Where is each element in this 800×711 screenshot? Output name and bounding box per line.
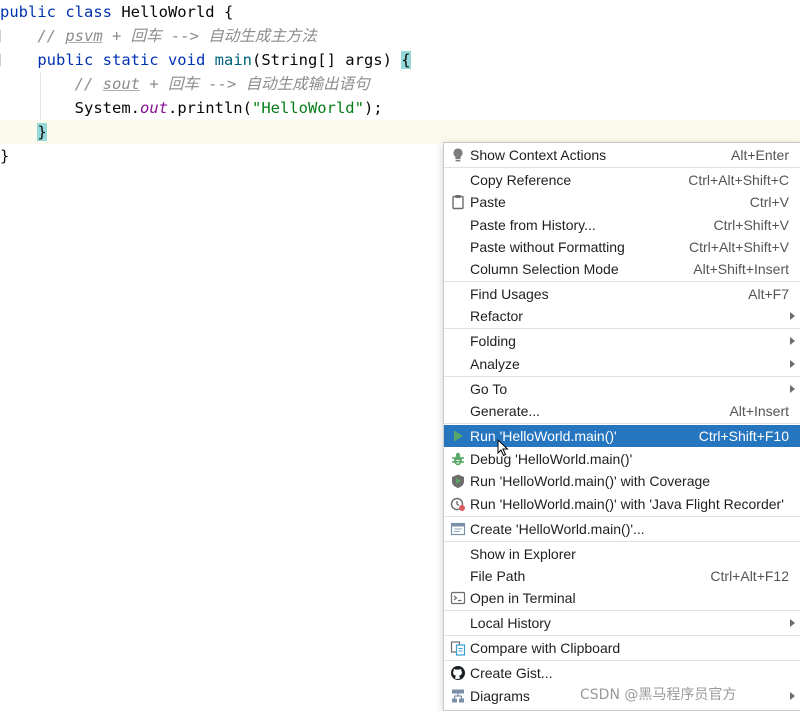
menu-item-column-selection-mode[interactable]: Column Selection Mode Alt+Shift+Insert bbox=[444, 258, 800, 280]
method-signature: (String[] args) bbox=[251, 51, 402, 69]
diagram-icon bbox=[452, 689, 464, 703]
string-literal: "HelloWorld" bbox=[251, 99, 364, 117]
menu-separator bbox=[444, 541, 800, 542]
submenu-arrow-icon bbox=[790, 312, 795, 320]
method-call: .println( bbox=[167, 99, 252, 117]
menu-item-show-context-actions[interactable]: Show Context Actions Alt+Enter bbox=[444, 144, 800, 166]
menu-item-paste-without-formatting[interactable]: Paste without Formatting Ctrl+Alt+Shift+… bbox=[444, 236, 800, 258]
submenu-arrow-icon bbox=[790, 692, 795, 700]
menu-separator bbox=[444, 610, 800, 611]
code-line-1: public class HelloWorld { bbox=[0, 0, 800, 24]
code-line-5: System.out.println("HelloWorld"); bbox=[0, 96, 800, 120]
terminal-icon bbox=[450, 591, 466, 605]
brace-highlight: { bbox=[401, 51, 411, 69]
class-ref: System. bbox=[74, 99, 140, 117]
run-config-icon bbox=[450, 522, 466, 536]
brace-highlight: } bbox=[37, 123, 47, 141]
menu-item-go-to[interactable]: Go To bbox=[444, 378, 800, 400]
menu-separator bbox=[444, 328, 800, 329]
menu-item-paste[interactable]: Paste Ctrl+V bbox=[444, 191, 800, 213]
comment: // sout + 回车 --> 自动生成输出语句 bbox=[74, 75, 370, 93]
menu-item-run-with-coverage[interactable]: Run 'HelloWorld.main()' with Coverage bbox=[444, 470, 800, 492]
menu-item-compare-with-clipboard[interactable]: Compare with Clipboard bbox=[444, 637, 800, 659]
menu-item-refactor[interactable]: Refactor bbox=[444, 305, 800, 327]
menu-item-show-in-explorer[interactable]: Show in Explorer bbox=[444, 543, 800, 565]
menu-item-open-in-terminal[interactable]: Open in Terminal bbox=[444, 587, 800, 609]
keyword: public class bbox=[0, 3, 112, 21]
menu-item-create-gist[interactable]: Create Gist... bbox=[444, 662, 800, 684]
submenu-arrow-icon bbox=[790, 360, 795, 368]
github-icon bbox=[451, 666, 465, 680]
mouse-cursor-icon bbox=[497, 439, 509, 457]
watermark: CSDN @黑马程序员官方 bbox=[580, 687, 737, 703]
method-name: main bbox=[214, 51, 252, 69]
menu-item-copy-reference[interactable]: Copy Reference Ctrl+Alt+Shift+C bbox=[444, 169, 800, 191]
code-line-6: } bbox=[0, 120, 800, 144]
compare-icon bbox=[450, 641, 466, 656]
menu-separator bbox=[444, 635, 800, 636]
lightbulb-icon bbox=[453, 148, 463, 162]
menu-item-folding[interactable]: Folding bbox=[444, 330, 800, 352]
menu-separator bbox=[444, 423, 800, 424]
clipboard-icon bbox=[452, 195, 464, 210]
menu-item-analyze[interactable]: Analyze bbox=[444, 353, 800, 375]
menu-item-local-history[interactable]: Local History bbox=[444, 612, 800, 634]
closing-brace: } bbox=[0, 147, 10, 165]
menu-item-find-usages[interactable]: Find Usages Alt+F7 bbox=[444, 283, 800, 305]
submenu-arrow-icon bbox=[790, 385, 795, 393]
keyword: public static void bbox=[37, 51, 206, 69]
code-line-4: // sout + 回车 --> 自动生成输出语句 bbox=[0, 72, 800, 96]
menu-item-create-run-config[interactable]: Create 'HelloWorld.main()'... bbox=[444, 518, 800, 540]
menu-separator bbox=[444, 376, 800, 377]
menu-separator bbox=[444, 660, 800, 661]
code-line-2: // psvm + 回车 --> 自动生成主方法 bbox=[0, 24, 800, 48]
menu-item-paste-from-history[interactable]: Paste from History... Ctrl+Shift+V bbox=[444, 214, 800, 236]
menu-item-generate[interactable]: Generate... Alt+Insert bbox=[444, 400, 800, 422]
menu-item-run-with-profiler[interactable]: Run 'HelloWorld.main()' with 'Java Fligh… bbox=[444, 493, 800, 515]
field-ref: out bbox=[139, 99, 168, 117]
submenu-arrow-icon bbox=[790, 619, 795, 627]
run-icon bbox=[454, 430, 463, 442]
profiler-icon bbox=[450, 497, 465, 511]
statement-end: ); bbox=[363, 99, 383, 117]
menu-separator bbox=[444, 281, 800, 282]
code-line-3: public static void main(String[] args) { bbox=[0, 48, 800, 72]
context-menu[interactable]: Show Context Actions Alt+Enter Copy Refe… bbox=[443, 142, 800, 711]
submenu-arrow-icon bbox=[790, 337, 795, 345]
debug-icon bbox=[452, 452, 464, 466]
menu-item-file-path[interactable]: File Path Ctrl+Alt+F12 bbox=[444, 565, 800, 587]
menu-separator bbox=[444, 167, 800, 168]
coverage-icon bbox=[452, 474, 464, 488]
comment: // psvm + 回车 --> 自动生成主方法 bbox=[37, 27, 317, 45]
menu-separator bbox=[444, 516, 800, 517]
class-name: HelloWorld { bbox=[111, 3, 234, 21]
